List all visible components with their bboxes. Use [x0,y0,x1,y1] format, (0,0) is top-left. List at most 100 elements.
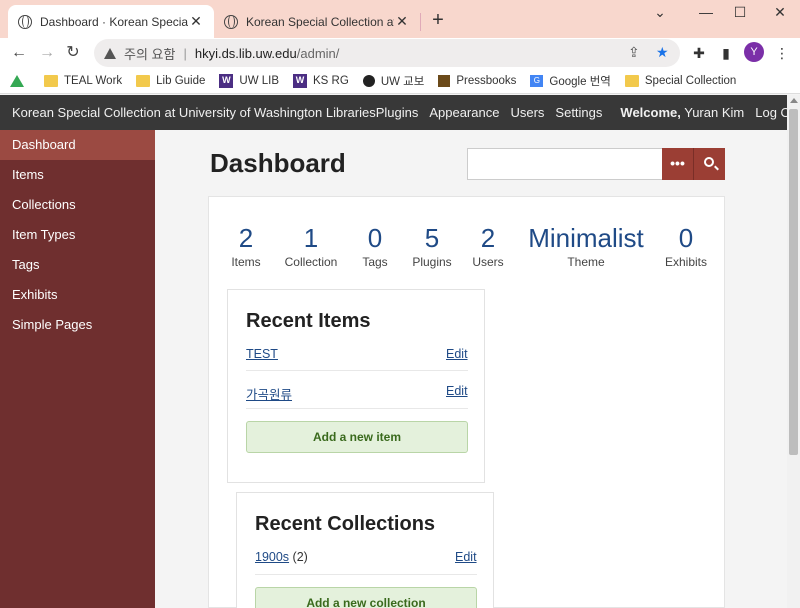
divider [246,370,468,371]
tab-title: Korean Special Collection at Uni [246,14,394,29]
bookmark-label: Pressbooks [456,74,517,87]
bookmark-teal-work[interactable]: TEAL Work [44,74,122,87]
minimize-button[interactable]: ⌄ [640,4,680,24]
reload-icon[interactable]: ↻ [62,42,84,64]
globe-icon [18,14,32,29]
scroll-thumb[interactable] [789,109,798,455]
sidebar-item-collections[interactable]: Collections [0,190,155,220]
edit-link[interactable]: Edit [446,384,468,398]
nav-settings[interactable]: Settings [555,105,602,120]
add-item-button[interactable]: Add a new item [246,421,468,453]
stat-value: 2 [238,223,254,253]
sidebar-item-items[interactable]: Items [0,160,155,190]
new-tab-button[interactable]: + [428,9,448,33]
stat-items[interactable]: 2 Items [229,223,263,269]
stat-label: Items [231,255,261,269]
sidebar-item-dashboard[interactable]: Dashboard [0,130,155,160]
sidebar-item-simple-pages[interactable]: Simple Pages [0,310,155,340]
add-collection-button[interactable]: Add a new collection [255,587,477,608]
back-icon[interactable]: ← [8,42,30,64]
globe-icon [362,74,375,87]
url-path: /admin/ [296,45,340,61]
profile-avatar[interactable]: Y [744,42,764,62]
recent-collections-heading: Recent Collections [255,513,436,535]
stat-value: 0 [678,223,694,253]
user-name[interactable]: Yuran Kim [684,105,744,120]
stat-value: 0 [367,223,383,253]
admin-sidebar: Dashboard Items Collections Item Types T… [0,130,155,608]
scroll-up-icon[interactable] [790,98,798,103]
bookmark-ks-rg[interactable]: W KS RG [293,73,349,88]
bookmark-pressbooks[interactable]: Pressbooks [438,74,517,87]
list-item: 가곡원류 [246,384,292,403]
stat-plugins[interactable]: 5 Plugins [409,223,455,269]
uw-icon: W [219,73,234,88]
stat-label: Users [472,255,504,269]
globe-icon [224,14,238,29]
stat-tags[interactable]: 0 Tags [359,223,391,269]
bookmark-special-collection[interactable]: Special Collection [624,74,736,87]
stat-label: Tags [362,255,388,269]
address-bar[interactable]: 주의 요함 | hkyi.ds.lib.uw.edu/admin/ [94,39,680,67]
list-item: TEST [246,347,278,361]
bookmark-drive[interactable] [10,74,30,87]
nav-users[interactable]: Users [510,105,544,120]
edit-link[interactable]: Edit [446,347,468,361]
extensions-icon[interactable]: ✚ [690,44,708,62]
nav-plugins[interactable]: Plugins [376,105,419,120]
bookmark-label: UW 교보 [380,75,425,88]
menu-icon[interactable]: ⋮ [773,44,791,62]
translate-icon: G [530,74,544,87]
close-window-button[interactable]: ✕ [760,4,800,24]
forward-icon[interactable]: → [36,42,58,64]
item-link[interactable]: 가곡원류 [246,388,292,402]
tab-dashboard[interactable]: Dashboard · Korean Special Coll ✕ [8,5,214,38]
nav-appearance[interactable]: Appearance [429,105,499,120]
tab-korean-special-collection[interactable]: Korean Special Collection at Uni ✕ [214,5,420,38]
bookmark-label: Google 번역 [549,75,611,88]
dashboard-panel: 2 Items 1 Collection 0 Tags 5 Plugins 2 … [208,196,725,608]
page-title: Dashboard [210,148,346,178]
item-link[interactable]: TEST [246,347,278,361]
bookmark-google-translate[interactable]: G Google 번역 [530,73,611,89]
sidebar-item-exhibits[interactable]: Exhibits [0,280,155,310]
share-icon[interactable]: ⇪ [628,44,640,61]
stat-collections[interactable]: 1 Collection [279,223,343,269]
bookmark-star-icon[interactable]: ★ [656,44,669,61]
welcome-prefix: Welcome, [620,105,681,120]
uw-icon: W [293,73,308,88]
maximize-button[interactable]: ☐ [720,4,760,24]
site-title[interactable]: Korean Special Collection at University … [12,105,376,120]
stat-value: Minimalist [528,223,644,253]
collection-link[interactable]: 1900s [255,550,289,564]
stat-theme[interactable]: Minimalist Theme [523,223,649,269]
page-scrollbar[interactable] [787,95,800,608]
bookmark-lib-guide[interactable]: Lib Guide [136,74,205,87]
browser-toolbar: ← → ↻ 주의 요함 | hkyi.ds.lib.uw.edu/admin/ … [0,38,800,68]
stats-row: 2 Items 1 Collection 0 Tags 5 Plugins 2 … [209,223,726,275]
bookmark-label: UW LIB [239,74,280,87]
browser-tab-bar: Dashboard · Korean Special Coll ✕ Korean… [0,0,800,38]
divider [255,574,477,575]
stat-exhibits[interactable]: 0 Exhibits [661,223,711,269]
collection-count: (2) [292,550,308,564]
edit-link[interactable]: Edit [455,550,477,564]
security-warning: 주의 요함 [124,46,176,62]
tab-close-icon[interactable]: ✕ [188,13,204,30]
advanced-search-button[interactable]: ••• [662,148,693,180]
stat-users[interactable]: 2 Users [469,223,507,269]
bookmark-uw-lib[interactable]: W UW LIB [219,73,280,88]
stat-value: 5 [424,223,440,253]
search-input[interactable] [467,148,663,180]
tab-close-icon[interactable]: ✕ [394,13,410,30]
side-panel-icon[interactable]: ▮ [717,44,735,62]
url-host: hkyi.ds.lib.uw.edu [194,45,297,61]
search-button[interactable] [693,148,725,180]
admin-nav: Plugins Appearance Users Settings Welcom… [376,105,800,120]
search-icon [704,157,714,167]
bookmark-uw-kyobo[interactable]: UW 교보 [362,73,425,89]
stat-label: Collection [284,255,338,269]
sidebar-item-tags[interactable]: Tags [0,250,155,280]
tab-title: Dashboard · Korean Special Coll [40,14,188,29]
sidebar-item-item-types[interactable]: Item Types [0,220,155,250]
